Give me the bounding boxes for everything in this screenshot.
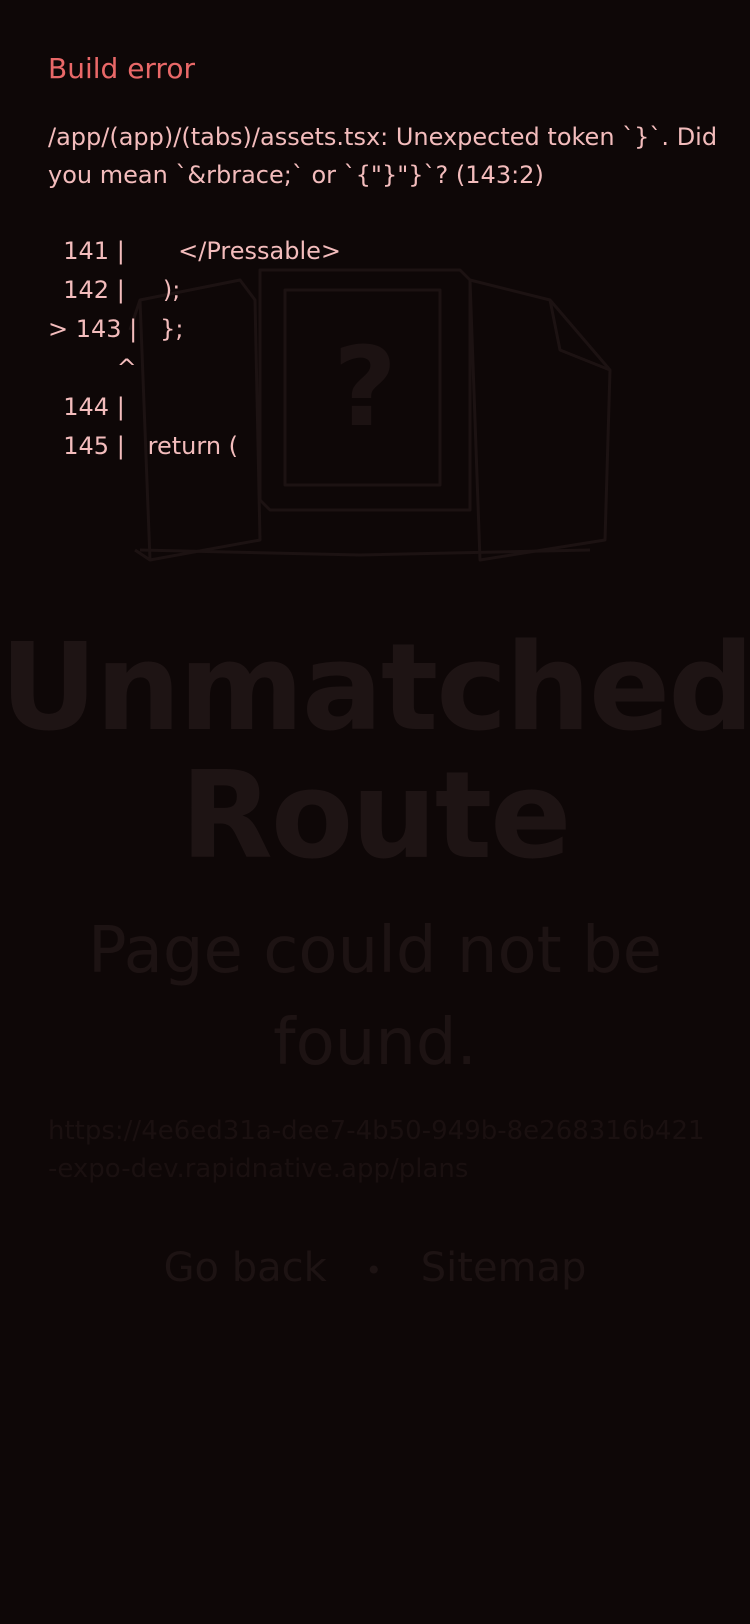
unmatched-route-links: Go back • Sitemap bbox=[0, 1245, 750, 1291]
go-back-link[interactable]: Go back bbox=[164, 1245, 327, 1291]
code-frame: 141 | </Pressable> 142 | ); > 143 | }; ^… bbox=[48, 232, 708, 466]
code-line: 145 | return ( bbox=[48, 432, 239, 460]
link-separator: • bbox=[365, 1253, 383, 1287]
code-line: 141 | </Pressable> bbox=[48, 237, 342, 265]
build-error-heading: Build error bbox=[48, 52, 195, 85]
code-line: 142 | ); bbox=[48, 276, 181, 304]
code-caret-line: ^ bbox=[48, 354, 137, 382]
sitemap-link[interactable]: Sitemap bbox=[421, 1245, 587, 1291]
unmatched-route-title: Unmatched Route bbox=[0, 619, 750, 886]
code-line-highlighted: > 143 | }; bbox=[48, 315, 184, 343]
code-line: 144 | bbox=[48, 393, 125, 421]
unmatched-route-url: https://4e6ed31a-dee7-4b50-949b-8e268316… bbox=[48, 1116, 705, 1184]
unmatched-route-subtitle: Page could not be found. bbox=[87, 914, 663, 1080]
app-screen: ? Unmatched Route Page could not be foun… bbox=[0, 0, 750, 1624]
build-error-message: /app/(app)/(tabs)/assets.tsx: Unexpected… bbox=[48, 123, 718, 189]
